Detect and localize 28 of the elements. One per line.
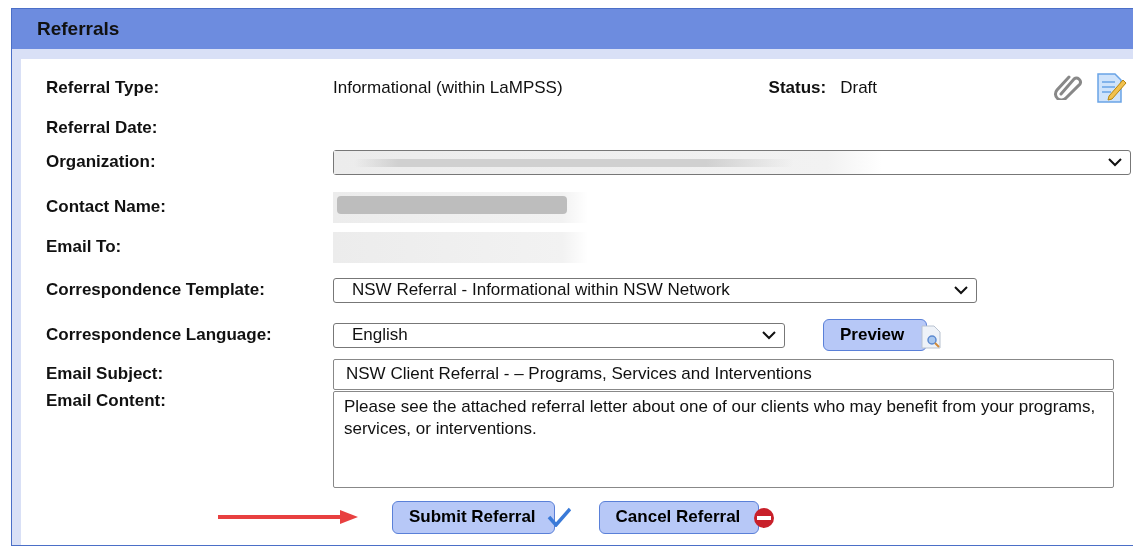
field-label: Referral Type: [46,78,161,98]
field-label: Referral Date: [46,118,159,138]
preview-button[interactable]: Preview [823,319,928,351]
field-label: Correspondence Language: [46,325,273,345]
edit-document-icon[interactable] [1095,72,1127,104]
text-area[interactable]: Please see the attached referral letter about one of our clients who may benefit from your programs, services, or interventions. [333,391,1114,488]
field-label: Contact Name: [46,197,167,217]
submit-referral-button[interactable]: Submit Referral [392,500,555,534]
cancel-referral-button[interactable]: Cancel Referral [598,500,760,534]
checkmark-icon [546,506,571,527]
stop-sign-icon [753,506,776,529]
chevron-down-icon [954,285,968,295]
dropdown[interactable]: English [333,322,785,348]
field-label: Email Subject: [46,364,165,384]
status-label: Status: [768,78,827,98]
panel-title: Referrals [37,18,120,40]
dropdown[interactable]: NSW Referral - Informational within NSW Network [333,277,977,303]
field-label: Email To: [46,237,123,257]
dropdown[interactable] [333,149,1131,175]
chevron-down-icon [762,330,776,340]
field-label: Email Content: [46,391,167,411]
field-value: Informational (within LaMPSS) [333,78,563,98]
field-label: Correspondence Template: [46,280,266,300]
status-value: Draft [840,78,878,98]
field-label: Organization: [46,152,157,172]
chevron-down-icon [1108,157,1122,167]
input-field[interactable]: NSW Client Referral - – Programs, Services and Interventions [333,358,1114,390]
document-magnifier-icon [921,325,942,349]
